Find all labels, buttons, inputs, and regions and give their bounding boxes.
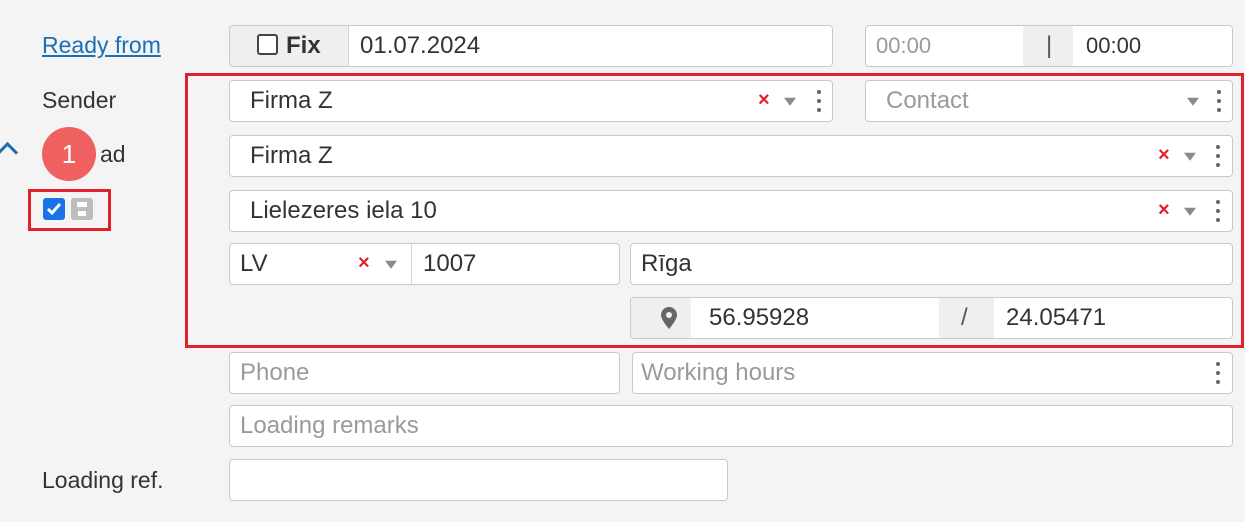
fix-checkbox[interactable] bbox=[257, 34, 278, 55]
loading-ref-input[interactable] bbox=[229, 459, 728, 501]
fix-label: Fix bbox=[286, 32, 321, 59]
load-label-partial: ad bbox=[100, 141, 126, 167]
kebab-menu-icon[interactable] bbox=[1216, 362, 1220, 384]
ready-from-date-field: Fix 01.07.2024 bbox=[229, 25, 833, 67]
phone-input[interactable]: Phone bbox=[229, 352, 620, 394]
loading-remarks-input[interactable]: Loading remarks bbox=[229, 405, 1233, 447]
phone-placeholder: Phone bbox=[240, 359, 310, 386]
working-hours-placeholder: Working hours bbox=[641, 359, 796, 386]
working-hours-input[interactable]: Working hours bbox=[632, 352, 1233, 394]
ready-from-date[interactable]: 01.07.2024 bbox=[360, 32, 480, 60]
time-separator: | bbox=[1046, 32, 1053, 59]
loading-ref-label: Loading ref. bbox=[42, 467, 164, 493]
time-to-input[interactable]: 00:00 bbox=[1086, 33, 1141, 59]
highlight-frame-address bbox=[185, 73, 1244, 348]
sender-label: Sender bbox=[42, 87, 117, 113]
step-badge: 1 bbox=[42, 127, 96, 181]
loading-remarks-placeholder: Loading remarks bbox=[240, 412, 419, 439]
ready-from-time-field: 00:00 | 00:00 bbox=[865, 25, 1233, 67]
time-from-input[interactable]: 00:00 bbox=[876, 33, 931, 59]
highlight-frame-save bbox=[28, 189, 111, 231]
ready-from-link[interactable]: Ready from bbox=[42, 32, 161, 59]
